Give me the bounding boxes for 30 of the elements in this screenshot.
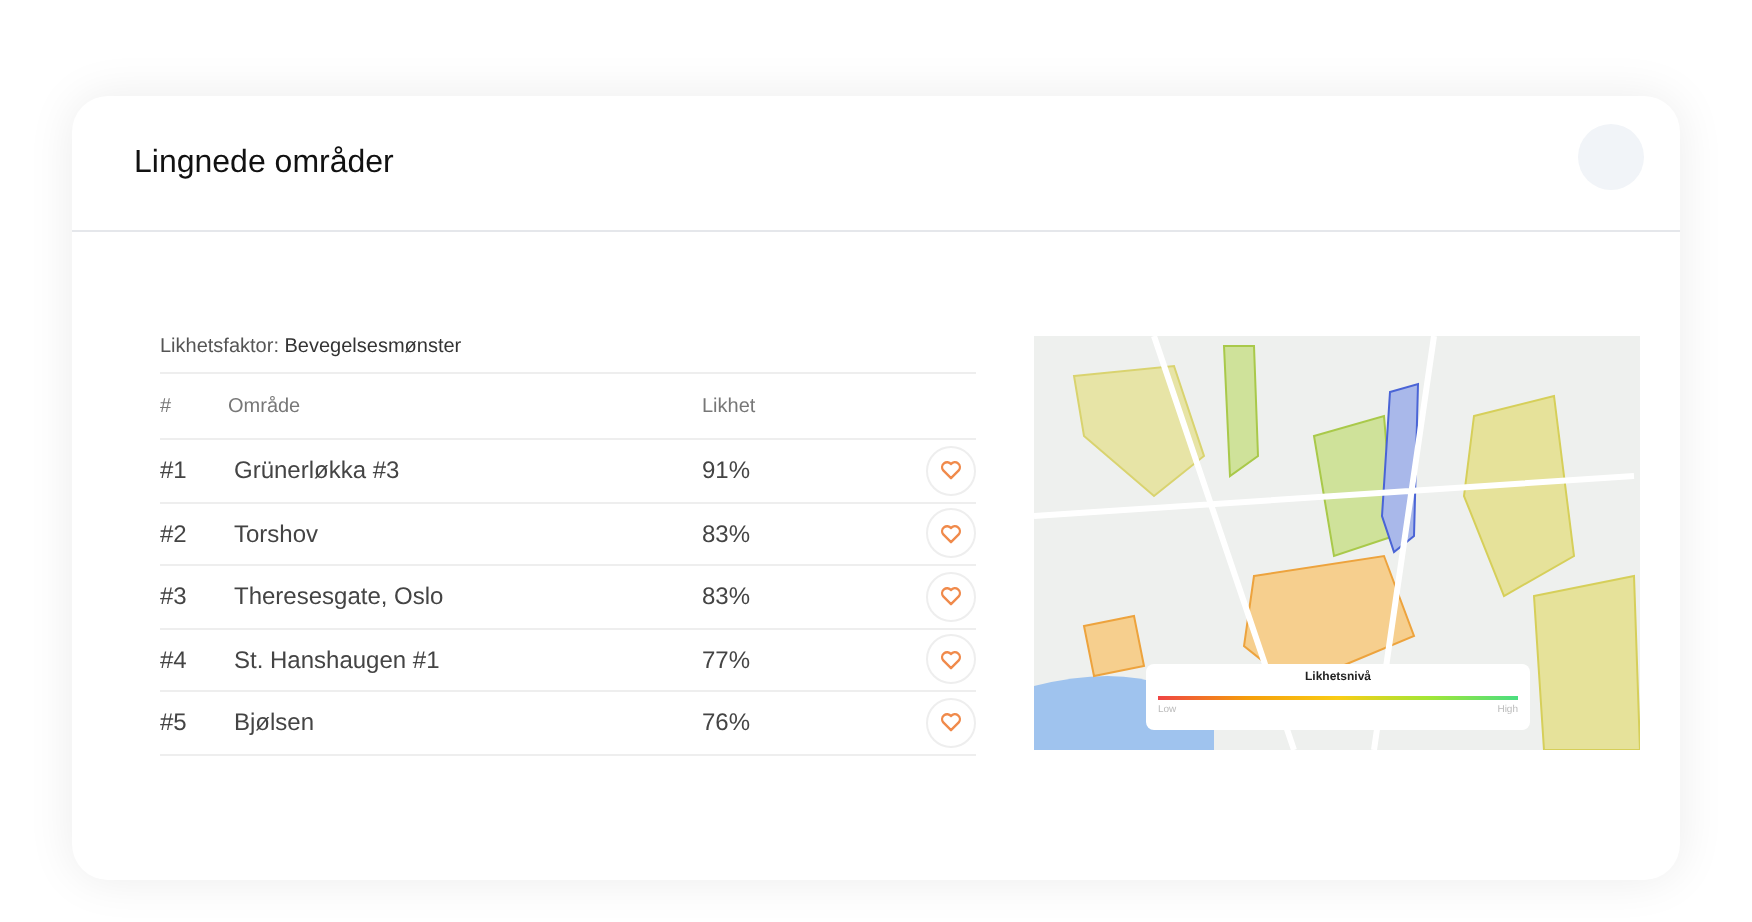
favorite-button[interactable] [926,445,976,496]
heart-icon [940,649,962,670]
rank-cell-text: #3 [160,582,189,611]
similarity-cell-text: 76% [702,708,753,737]
rank-cell-text: #5 [160,708,189,737]
column-header: Likhet [702,395,758,417]
heart-icon [940,586,962,607]
similarity-factor: Likhetsfaktor: Bevegelsesmønster [160,336,976,374]
area-cell-text: Grünerløkka #3 [232,456,402,485]
column-header: # [160,395,174,417]
favorite-button[interactable] [926,697,976,748]
area-cell-text: Theresesgate, Oslo [232,582,446,611]
panel-title: Lingnede områder [134,145,394,181]
favorite-button[interactable] [926,508,976,559]
rank-cell-text: #2 [160,519,189,548]
heart-icon [940,523,962,544]
similarity-cell-text: 83% [702,582,753,611]
column-header: Område [228,395,303,417]
area-cell-text: Bjølsen [232,708,317,737]
heart-icon [940,460,962,481]
similarity-cell-text: 91% [702,456,753,485]
area-cell-text: St. Hanshaugen #1 [232,645,442,674]
favorite-button[interactable] [926,571,976,622]
heart-icon [940,712,962,733]
similarity-cell-text: 77% [702,645,753,674]
area-cell-text: Torshov [232,519,321,548]
favorite-button[interactable] [926,634,976,685]
rank-cell-text: #1 [160,456,189,485]
rank-cell-text: #4 [160,645,189,674]
similarity-cell-text: 83% [702,519,753,548]
